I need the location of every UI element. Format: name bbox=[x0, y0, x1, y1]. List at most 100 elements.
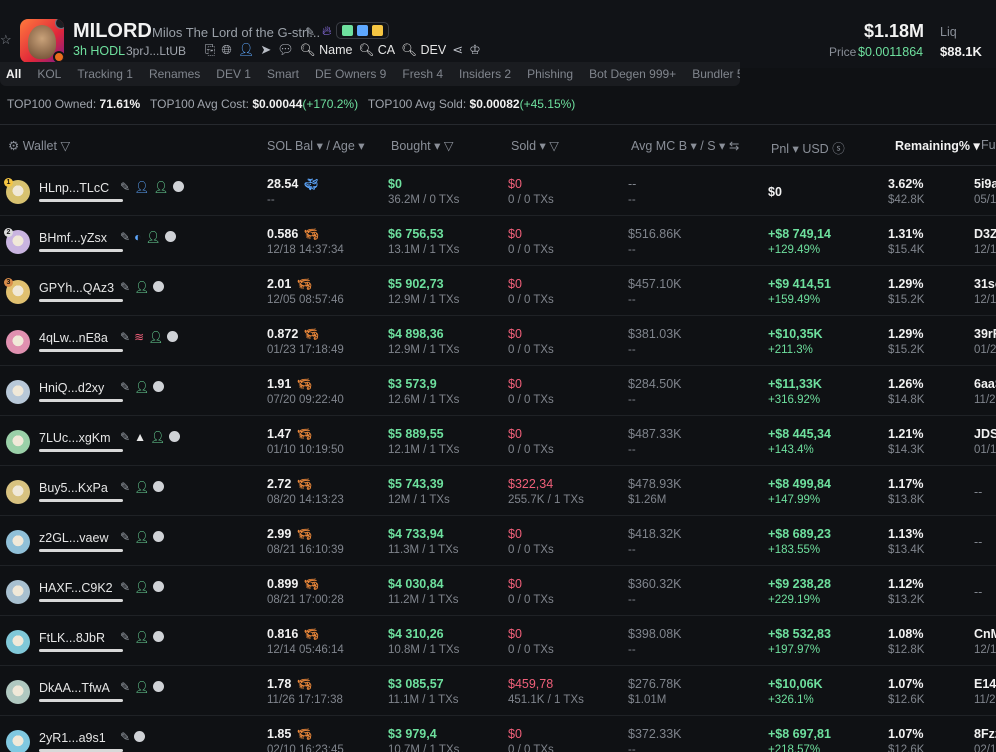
funding-source[interactable]: CnM bbox=[974, 627, 996, 641]
edit-icon[interactable]: ✎ bbox=[120, 480, 130, 494]
bought-column-header[interactable]: Bought ▾ ▽ bbox=[391, 138, 453, 153]
edit-icon[interactable]: ✎ bbox=[120, 230, 130, 244]
funding-source[interactable]: -- bbox=[974, 585, 982, 599]
search-dev-button[interactable]: 🔍︎ DEV bbox=[401, 43, 446, 58]
shrimp-icon: 🦐︎ bbox=[297, 379, 312, 391]
menu-dot-icon[interactable] bbox=[164, 231, 176, 242]
wallet-address[interactable]: z2GL...vaew bbox=[39, 531, 108, 545]
wallet-address[interactable]: DkAA...TfwA bbox=[39, 681, 110, 695]
wallet-column-header[interactable]: ⚙ Wallet ▽ bbox=[8, 138, 70, 153]
sol-bal-column-header[interactable]: SOL Bal ▾ / Age ▾ bbox=[267, 138, 365, 153]
edit-icon[interactable]: ✎ bbox=[120, 180, 130, 194]
search-name-button[interactable]: 🔍︎ Name bbox=[300, 43, 353, 58]
wallet-address[interactable]: HniQ...d2xy bbox=[39, 381, 104, 395]
table-row[interactable]: Buy5...KxPa ✎ 👤︎ 2.72 🦐︎ 08/20 14:13:23 $… bbox=[0, 466, 996, 516]
globe-icon[interactable]: 🌐︎ bbox=[221, 42, 231, 58]
table-row[interactable]: HAXF...C9K2 ✎ 👤︎ 0.899 🦐︎ 08/21 17:00:28 … bbox=[0, 566, 996, 616]
tab-6[interactable]: DE Owners 9 bbox=[315, 67, 386, 86]
user-icon[interactable]: 👤︎ bbox=[238, 42, 255, 58]
funding-source[interactable]: 5i9a bbox=[974, 177, 996, 191]
tab-2[interactable]: Tracking 1 bbox=[77, 67, 133, 86]
crown-icon[interactable]: ♔ bbox=[469, 42, 481, 58]
wallet-address[interactable]: BHmf...yZsx bbox=[39, 231, 107, 245]
tab-5[interactable]: Smart bbox=[267, 67, 299, 86]
avg-mc-column-header[interactable]: Avg MC B ▾ / S ▾ ⇆ bbox=[631, 138, 739, 153]
menu-dot-icon[interactable] bbox=[167, 331, 179, 342]
edit-icon[interactable]: ✎ bbox=[120, 330, 130, 344]
menu-dot-icon[interactable] bbox=[153, 681, 165, 692]
funding-source[interactable]: -- bbox=[974, 485, 982, 499]
edit-icon[interactable]: ✎ bbox=[120, 530, 130, 544]
menu-dot-icon[interactable] bbox=[153, 481, 165, 492]
funding-source[interactable]: D3Z bbox=[974, 227, 996, 241]
tab-1[interactable]: KOL bbox=[37, 67, 61, 86]
menu-dot-icon[interactable] bbox=[153, 581, 165, 592]
tab-0[interactable]: All bbox=[6, 67, 21, 86]
wallet-address[interactable]: Buy5...KxPa bbox=[39, 481, 108, 495]
table-row[interactable]: 1 HLnp...TLcC ✎ 👤︎ 👤︎ 28.54 🐳︎ -- $0 36.2… bbox=[0, 166, 996, 216]
filter-icon[interactable]: ▽ bbox=[60, 139, 70, 153]
filter-icon[interactable]: ▽ bbox=[444, 139, 454, 153]
edit-icon[interactable]: ✎ bbox=[120, 730, 130, 744]
tab-3[interactable]: Renames bbox=[149, 67, 200, 86]
telegram-icon[interactable]: ➤ bbox=[260, 42, 271, 58]
chat-icon[interactable]: 💬︎ bbox=[277, 42, 294, 58]
edit-icon[interactable]: ✎ bbox=[120, 280, 130, 294]
table-row[interactable]: HniQ...d2xy ✎ 👤︎ 1.91 🦐︎ 07/20 09:22:40 $… bbox=[0, 366, 996, 416]
search-ca-button[interactable]: 🔍︎ CA bbox=[358, 43, 395, 58]
funding-source[interactable]: E14E bbox=[974, 677, 996, 691]
edit-icon[interactable]: ✎ bbox=[120, 430, 130, 444]
funding-column-header[interactable]: Fu bbox=[981, 138, 996, 152]
pnl-column-header[interactable]: Pnl ▾ USD ⓢ bbox=[771, 138, 845, 157]
tab-4[interactable]: DEV 1 bbox=[216, 67, 251, 86]
filter-icon[interactable]: ▽ bbox=[549, 139, 559, 153]
table-row[interactable]: 2yR1...a9s1 ✎ 1.85 🦐︎ 02/10 16:23:45 $3 9… bbox=[0, 716, 996, 752]
contract-address[interactable]: 3prJ...LtUB bbox=[126, 44, 186, 58]
funding-source[interactable]: JDSI bbox=[974, 427, 996, 441]
funding-source[interactable]: 8Fzz bbox=[974, 727, 996, 741]
wallet-address[interactable]: HLnp...TLcC bbox=[39, 181, 109, 195]
share-icon[interactable]: ⋖ bbox=[452, 42, 463, 58]
table-row[interactable]: z2GL...vaew ✎ 👤︎ 2.99 🦐︎ 08/21 16:10:39 $… bbox=[0, 516, 996, 566]
tab-8[interactable]: Insiders 2 bbox=[459, 67, 511, 86]
menu-dot-icon[interactable] bbox=[172, 181, 184, 192]
wallet-address[interactable]: 2yR1...a9s1 bbox=[39, 731, 106, 745]
currency-icon[interactable]: ⓢ bbox=[832, 142, 845, 156]
table-row[interactable]: 4qLw...nE8a ✎ ≋ 👤︎ 0.872 🦐︎ 01/23 17:18:4… bbox=[0, 316, 996, 366]
edit-icon[interactable]: ✎ bbox=[120, 380, 130, 394]
wallet-address[interactable]: FtLK...8JbR bbox=[39, 631, 105, 645]
table-row[interactable]: 3 GPYh...QAz3 ✎ 👤︎ 2.01 🦐︎ 12/05 08:57:46… bbox=[0, 266, 996, 316]
wallet-address[interactable]: GPYh...QAz3 bbox=[39, 281, 114, 295]
tab-7[interactable]: Fresh 4 bbox=[402, 67, 443, 86]
sold-column-header[interactable]: Sold ▾ ▽ bbox=[511, 138, 559, 153]
funding-source[interactable]: -- bbox=[974, 535, 982, 549]
remaining-column-header[interactable]: Remaining% ▾ bbox=[895, 138, 980, 153]
menu-dot-icon[interactable] bbox=[153, 381, 165, 392]
table-row[interactable]: 2 BHmf...yZsx ✎ ◐ 👤︎ 0.586 🦐︎ 12/18 14:37… bbox=[0, 216, 996, 266]
edit-icon[interactable]: ✎ bbox=[120, 630, 130, 644]
menu-dot-icon[interactable] bbox=[153, 281, 165, 292]
table-row[interactable]: FtLK...8JbR ✎ 👤︎ 0.816 🦐︎ 12/14 05:46:14 … bbox=[0, 616, 996, 666]
wallet-address[interactable]: 4qLw...nE8a bbox=[39, 331, 108, 345]
wallet-address[interactable]: HAXF...C9K2 bbox=[39, 581, 113, 595]
funding-source[interactable]: 39rF bbox=[974, 327, 996, 341]
tab-10[interactable]: Bot Degen 999+ bbox=[589, 67, 676, 86]
menu-dot-icon[interactable] bbox=[169, 431, 181, 442]
edit-icon[interactable]: ✎ bbox=[305, 25, 315, 39]
favorite-star-icon[interactable]: ☆ bbox=[0, 32, 14, 47]
wallet-address[interactable]: 7LUc...xgKm bbox=[39, 431, 111, 445]
bought-amount: 12.9M / 1 TXs bbox=[388, 294, 460, 306]
table-row[interactable]: 7LUc...xgKm ✎ ▲ 👤︎ 1.47 🦐︎ 01/10 10:19:50… bbox=[0, 416, 996, 466]
funding-source[interactable]: 31sc bbox=[974, 277, 996, 291]
edit-icon[interactable]: ✎ bbox=[120, 580, 130, 594]
menu-dot-icon[interactable] bbox=[153, 531, 165, 542]
table-row[interactable]: DkAA...TfwA ✎ 👤︎ 1.78 🦐︎ 11/26 17:17:38 $… bbox=[0, 666, 996, 716]
edit-icon[interactable]: ✎ bbox=[120, 680, 130, 694]
swap-icon[interactable]: ⇆ bbox=[729, 139, 739, 153]
tab-11[interactable]: Bundler 550 bbox=[692, 67, 740, 86]
menu-dot-icon[interactable] bbox=[153, 631, 165, 642]
copy-icon[interactable]: ⎘ bbox=[205, 42, 215, 58]
menu-dot-icon[interactable] bbox=[134, 731, 146, 742]
funding-source[interactable]: 6aaS bbox=[974, 377, 996, 391]
tab-9[interactable]: Phishing bbox=[527, 67, 573, 86]
